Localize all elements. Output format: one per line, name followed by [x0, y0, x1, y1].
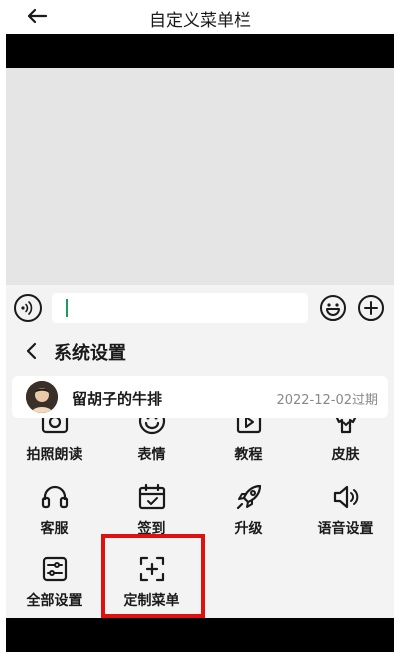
video-letterbox-top	[6, 34, 394, 68]
video-letterbox-bottom	[6, 618, 394, 652]
menu-label: 拍照朗读	[26, 447, 83, 463]
menu-item-customer-service[interactable]: 客服	[6, 482, 103, 538]
user-name: 留胡子的牛排	[72, 390, 163, 408]
settings-header: 系统设置	[6, 329, 394, 373]
plus-circle-icon	[358, 295, 384, 321]
message-input[interactable]	[52, 293, 308, 323]
menu-item-tutorial[interactable]: 教程	[200, 418, 297, 464]
settings-title: 系统设置	[54, 343, 126, 364]
user-card[interactable]: 留胡子的牛排 2022-12-02过期	[12, 376, 388, 418]
text-cursor	[66, 299, 68, 317]
menu-item-checkin[interactable]: 签到	[103, 482, 200, 538]
menu-label: 语音设置	[317, 521, 374, 537]
sound-waves-icon	[21, 301, 33, 315]
camera-icon	[41, 418, 68, 434]
rocket-icon	[236, 484, 261, 510]
shirt-icon	[335, 418, 356, 434]
menu-label: 表情	[137, 447, 166, 463]
chevron-left-icon[interactable]	[24, 340, 40, 362]
menu-label: 教程	[234, 447, 263, 463]
expire-date: 2022-12-02过期	[276, 393, 378, 408]
calendar-check-icon	[138, 483, 165, 510]
smiley-icon	[138, 418, 165, 435]
menu-label: 全部设置	[26, 593, 83, 609]
top-bar: 自定义菜单栏	[0, 0, 400, 34]
headset-icon	[41, 485, 68, 509]
menu-item-skin[interactable]: 皮肤	[297, 418, 394, 464]
highlight-annotation	[101, 534, 205, 618]
avatar	[26, 381, 58, 413]
menu-item-voice-settings[interactable]: 语音设置	[297, 482, 394, 538]
menu-item-upgrade[interactable]: 升级	[200, 482, 297, 538]
page-title: 自定义菜单栏	[149, 11, 251, 31]
smiley-icon	[320, 295, 346, 321]
input-bar	[6, 285, 394, 329]
menu-item-emoji[interactable]: 表情	[103, 418, 200, 464]
more-button[interactable]	[356, 293, 386, 323]
emoji-button[interactable]	[318, 293, 348, 323]
chat-area	[6, 68, 394, 285]
menu-label: 升级	[234, 521, 263, 537]
voice-input-button[interactable]	[14, 294, 42, 322]
play-book-icon	[236, 418, 261, 434]
speaker-icon	[333, 485, 358, 509]
menu-item-all-settings[interactable]: 全部设置	[6, 554, 103, 610]
menu-label: 客服	[40, 521, 69, 537]
menu-label: 皮肤	[331, 447, 360, 463]
menu-item-photo-read[interactable]: 拍照朗读	[6, 418, 103, 464]
sliders-icon	[42, 556, 67, 582]
